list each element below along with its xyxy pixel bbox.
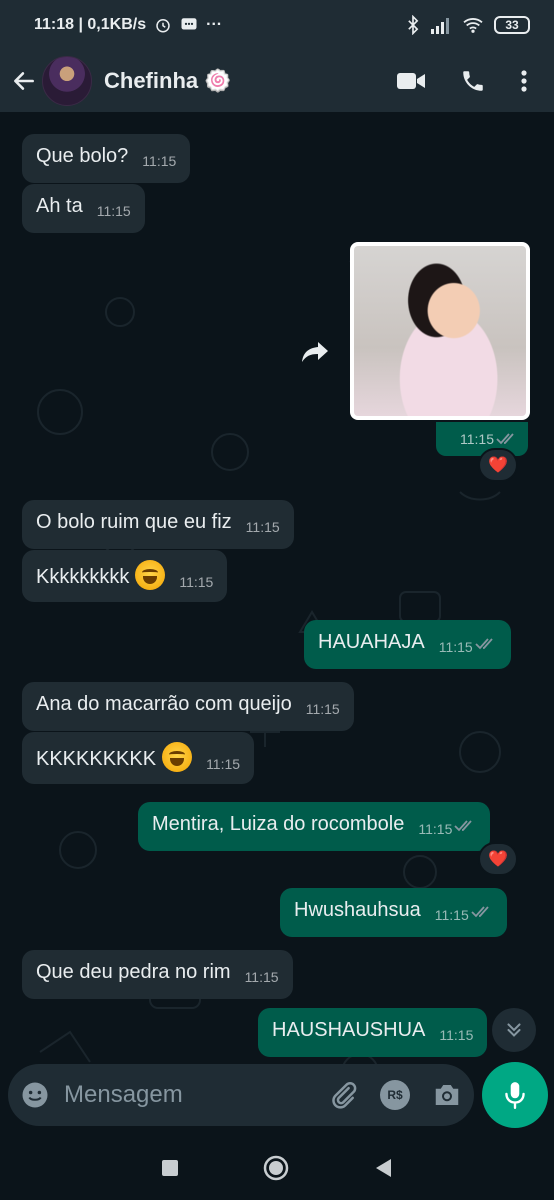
status-more: ··· (206, 16, 223, 33)
status-time: 11:18 | 0,1KB/s (34, 16, 147, 33)
message-bubble-incoming[interactable]: KKKKKKKKK 11:15 (22, 732, 255, 784)
message-bubble-outgoing[interactable]: Hwushauhsua 11:15 (280, 888, 507, 937)
reaction-badge[interactable]: ❤️ (478, 448, 518, 482)
message-text: Hwushauhsua (294, 899, 421, 921)
recents-icon[interactable] (161, 1159, 179, 1177)
status-right: 33 (406, 15, 530, 35)
message-bubble-incoming[interactable]: Que deu pedra no rim 11:15 (22, 950, 293, 999)
message-text: Ana do macarrão com queijo (36, 693, 292, 715)
system-navigation-bar (0, 1136, 554, 1200)
laughing-emoji-icon (162, 742, 193, 772)
reaction-heart: ❤️ (488, 851, 508, 868)
battery-indicator: 33 (494, 16, 530, 34)
message-bubble-incoming[interactable]: O bolo ruim que eu fiz 11:15 (22, 500, 294, 549)
message-time: 11:15 (460, 431, 494, 447)
forward-button[interactable] (296, 332, 336, 372)
more-vert-icon[interactable] (520, 68, 528, 94)
message-bubble-outgoing[interactable]: HAUSHAUSHUA 11:15 (258, 1008, 488, 1057)
message-bubble-outgoing[interactable]: Mentira, Luiza do rocombole 11:15 (138, 802, 491, 851)
back-nav-icon[interactable] (373, 1157, 393, 1179)
message-input[interactable] (64, 1081, 264, 1109)
header-actions (396, 68, 544, 94)
chat-header: Chefinha 🍥 (0, 50, 554, 112)
status-left: 11:18 | 0,1KB/s ··· (34, 16, 222, 34)
message-text: KKKKKKKKK (36, 748, 157, 770)
status-bar: 11:18 | 0,1KB/s ··· 33 (0, 0, 554, 50)
message-time: 11:15 (439, 1027, 474, 1043)
camera-icon[interactable] (432, 1081, 462, 1109)
voice-message-button[interactable] (482, 1062, 548, 1128)
message-bubble-outgoing[interactable]: HAUAHAJA 11:15 (304, 620, 511, 669)
name-emoji: 🍥 (204, 68, 232, 93)
message-bubble-incoming[interactable]: Que bolo? 11:15 (22, 134, 191, 183)
message-time: 11:15 (96, 203, 131, 219)
image-message-meta: 11:15 (436, 422, 528, 456)
message-time: 11:15 (434, 907, 469, 923)
chat-area[interactable]: Que bolo? 11:15 Ah ta 11:15 11:15 ❤️ O bol… (0, 112, 554, 1152)
payment-label: R$ (387, 1088, 403, 1102)
scroll-down-icon (507, 1023, 521, 1037)
message-time: 11:15 (206, 756, 241, 772)
message-text: Kkkkkkkkk (36, 566, 130, 588)
emoji-icon[interactable] (20, 1080, 50, 1110)
message-time: 11:15 (179, 574, 214, 590)
message-time: 11:15 (244, 969, 279, 985)
contact-name[interactable]: Chefinha 🍥 (104, 68, 232, 94)
payment-icon[interactable]: R$ (380, 1080, 410, 1110)
attach-icon[interactable] (328, 1080, 358, 1110)
read-ticks-icon (471, 906, 489, 918)
read-ticks-icon (475, 638, 493, 650)
message-text: Que bolo? (36, 145, 129, 167)
message-bubble-incoming[interactable]: Ana do macarrão com queijo 11:15 (22, 682, 354, 731)
forward-icon (302, 342, 328, 362)
message-time: 11:15 (418, 821, 453, 837)
back-arrow-icon (14, 72, 34, 90)
message-text: HAUAHAJA (318, 631, 425, 653)
scroll-to-bottom-button[interactable] (492, 1008, 536, 1052)
bluetooth-icon (408, 15, 419, 35)
message-bubble-incoming[interactable]: Kkkkkkkkk 11:15 (22, 550, 228, 602)
shared-photo[interactable] (354, 246, 526, 416)
read-ticks-icon (454, 820, 473, 832)
laughing-emoji-icon (135, 560, 166, 590)
reaction-badge[interactable]: ❤️ (478, 842, 518, 876)
message-time: 11:15 (142, 153, 177, 169)
avatar[interactable] (42, 56, 92, 106)
alarm-icon (156, 19, 170, 33)
wifi-icon (463, 18, 483, 33)
image-message[interactable] (350, 242, 530, 420)
read-ticks-icon (496, 433, 514, 445)
message-notification-icon (181, 18, 197, 30)
mic-icon (505, 1082, 525, 1110)
phone-icon[interactable] (460, 68, 486, 94)
message-text: Ah ta (36, 195, 83, 217)
message-time: 11:15 (305, 701, 340, 717)
message-text: Mentira, Luiza do rocombole (152, 813, 405, 835)
reaction-heart: ❤️ (488, 457, 508, 474)
home-icon[interactable] (262, 1154, 290, 1182)
message-text: Que deu pedra no rim (36, 961, 231, 983)
message-composer: R$ (8, 1064, 474, 1126)
message-bubble-incoming[interactable]: Ah ta 11:15 (22, 184, 145, 233)
composer-actions: R$ (328, 1080, 462, 1110)
signal-icon (431, 18, 449, 34)
back-button[interactable] (10, 67, 38, 95)
message-time: 11:15 (438, 639, 473, 655)
message-text: O bolo ruim que eu fiz (36, 511, 232, 533)
message-time: 11:15 (245, 519, 280, 535)
contact-name-text: Chefinha (104, 68, 199, 93)
video-call-icon[interactable] (396, 70, 426, 92)
message-text: HAUSHAUSHUA (272, 1019, 426, 1041)
